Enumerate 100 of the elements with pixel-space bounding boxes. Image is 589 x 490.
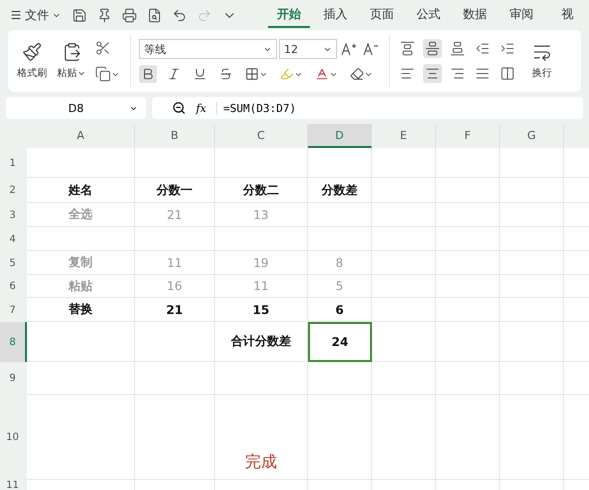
table-cell: 16 — [135, 275, 215, 298]
ribbon-tab[interactable]: 插入 — [314, 2, 357, 28]
row-header[interactable]: 1 — [0, 148, 27, 178]
empty-cell — [500, 203, 564, 227]
highlighter-icon — [280, 67, 294, 81]
table-cell: 姓名 — [27, 178, 135, 203]
row-header[interactable]: 9 — [0, 362, 27, 395]
format-painter-button[interactable]: 格式刷 — [14, 40, 50, 82]
table-cell: 5 — [308, 275, 372, 298]
row-header[interactable]: 11 — [0, 480, 27, 490]
file-menu[interactable]: 文件 — [6, 6, 65, 24]
font-name-field[interactable]: 等线 — [139, 39, 277, 59]
empty-cell — [308, 203, 372, 227]
empty-cell — [372, 275, 436, 298]
ribbon-tab[interactable]: 开始 — [268, 2, 310, 28]
row-header[interactable]: 4 — [0, 227, 27, 251]
italic-icon — [167, 67, 181, 81]
formula-text: =SUM(D3:D7) — [216, 102, 296, 114]
shrink-font-button[interactable] — [361, 40, 381, 58]
column-header[interactable]: G — [500, 124, 564, 148]
empty-cell — [372, 298, 436, 322]
grow-font-icon — [341, 42, 357, 56]
row-header[interactable]: 2 — [0, 178, 27, 203]
strikethrough-icon — [219, 67, 233, 81]
row-header[interactable]: 10 — [0, 395, 27, 480]
zoom-out-icon — [172, 101, 186, 115]
column-header[interactable]: C — [215, 124, 308, 148]
bold-button[interactable] — [139, 65, 157, 83]
ribbon-tab[interactable]: 页面 — [360, 2, 404, 28]
empty-cell — [500, 362, 564, 395]
empty-cell — [500, 275, 564, 298]
table-cell: 11 — [135, 251, 215, 275]
row-header[interactable]: 5 — [0, 251, 27, 275]
redo-icon — [197, 8, 212, 22]
column-header[interactable]: A — [27, 124, 135, 148]
row-header[interactable]: 7 — [0, 298, 27, 322]
pin-icon — [97, 8, 112, 22]
empty-cell — [500, 298, 564, 322]
ribbon-tab[interactable]: 视 — [546, 2, 589, 28]
align-middle-button[interactable] — [423, 39, 442, 58]
function-label: fx — [196, 102, 206, 114]
align-bottom-icon — [450, 41, 465, 56]
wrap-text-button[interactable]: 换行 — [529, 40, 555, 82]
row-header[interactable]: 3 — [0, 203, 27, 227]
ribbon-tab[interactable]: 公式 — [407, 2, 450, 28]
column-header[interactable]: D — [308, 124, 372, 148]
underline-icon — [193, 67, 207, 81]
empty-cell — [500, 322, 564, 362]
row-header[interactable]: 8 — [0, 322, 27, 362]
name-box[interactable]: D8 — [6, 97, 146, 119]
column-header[interactable]: F — [436, 124, 500, 148]
table-cell: 复制 — [27, 251, 135, 275]
justify-icon — [475, 66, 490, 81]
grow-font-button[interactable] — [339, 40, 359, 58]
table-cell: 13 — [215, 203, 308, 227]
empty-cell — [372, 251, 436, 275]
ribbon-tab[interactable]: 数据 — [454, 2, 496, 28]
table-cell: 替换 — [27, 298, 135, 322]
align-right-icon — [450, 66, 465, 81]
menu-icon — [10, 9, 22, 21]
formula-bar[interactable]: fx =SUM(D3:D7) — [152, 97, 583, 119]
table-cell: 粘贴 — [27, 275, 135, 298]
empty-cell — [436, 203, 500, 227]
align-bottom-button[interactable] — [448, 39, 467, 58]
empty-cell — [372, 148, 436, 178]
align-center-button[interactable] — [423, 64, 442, 83]
distribute-icon — [500, 66, 515, 81]
table-cell: 合计分数差 — [215, 322, 308, 362]
font-size-field[interactable]: 12 — [279, 39, 337, 59]
print-preview-icon — [147, 8, 162, 22]
empty-cell — [308, 227, 372, 251]
empty-cell — [436, 322, 500, 362]
font-color-icon — [315, 67, 329, 81]
table-cell: 分数差 — [308, 178, 372, 203]
table-cell: 21 — [135, 298, 215, 322]
align-top-icon — [400, 41, 415, 56]
eraser-icon — [350, 67, 364, 81]
ribbon-tab[interactable]: 审阅 — [500, 2, 543, 28]
empty-cell — [500, 148, 564, 178]
table-cell: 8 — [308, 251, 372, 275]
align-top-button[interactable] — [398, 39, 417, 58]
empty-cell — [500, 227, 564, 251]
empty-cell — [372, 178, 436, 203]
align-center-icon — [425, 66, 440, 81]
align-left-icon — [400, 66, 415, 81]
paste-button[interactable]: 粘贴 — [54, 40, 89, 82]
scissors-icon — [95, 40, 111, 56]
shrink-font-icon — [363, 42, 379, 56]
table-cell: 21 — [135, 203, 215, 227]
copy-icon — [95, 66, 111, 82]
row-header[interactable]: 6 — [0, 275, 27, 298]
outdent-icon — [475, 41, 490, 56]
table-cell: 11 — [215, 275, 308, 298]
empty-cell — [372, 322, 436, 362]
table-cell: 6 — [308, 298, 372, 322]
empty-cell — [436, 148, 500, 178]
column-header[interactable]: B — [135, 124, 215, 148]
column-header[interactable]: E — [372, 124, 436, 148]
empty-cell — [372, 362, 436, 395]
table-cell: 全选 — [27, 203, 135, 227]
